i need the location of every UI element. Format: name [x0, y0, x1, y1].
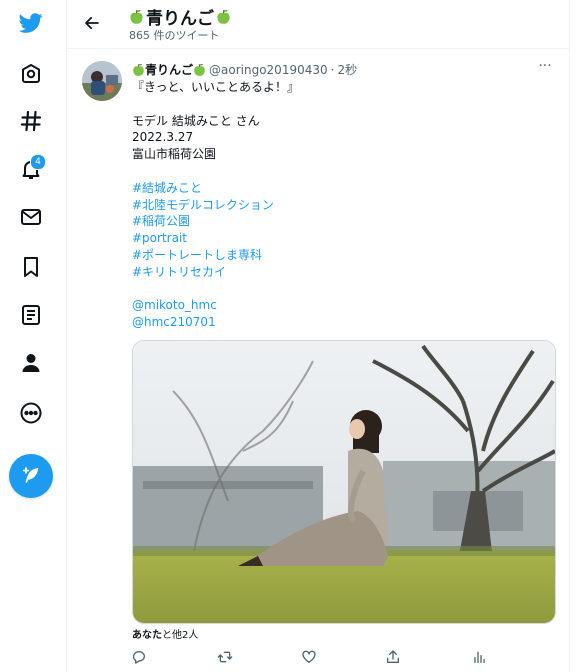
tweet-text: 『きっと、いいことあるよ！』 モデル 結城みこと さん 2022.3.27 富山…	[132, 79, 552, 331]
notification-badge: 4	[30, 154, 46, 170]
analytics-icon	[474, 651, 485, 663]
avatar[interactable]	[82, 61, 122, 101]
liked-by-rest: と他2人	[162, 630, 199, 641]
green-apple-icon	[133, 63, 144, 76]
tweet-photo[interactable]	[132, 340, 556, 624]
tweet-author[interactable]: 青りんご	[132, 61, 206, 78]
retweet-button[interactable]	[214, 646, 236, 668]
tweet-actions	[132, 646, 552, 670]
liked-by-user: あなた	[132, 630, 162, 641]
tweet-line: 『きっと、いいことあるよ！』	[132, 80, 300, 94]
tweet-display-name: 青りんご	[145, 63, 194, 77]
tweet-more-button[interactable]: ···	[535, 58, 555, 78]
tweet-line: 富山市稲荷公園	[132, 147, 217, 162]
more-circle-icon[interactable]	[14, 396, 48, 430]
hashtag-link[interactable]: #ポートレートしま専科	[132, 248, 262, 262]
liked-by-summary[interactable]: あなたと他2人	[132, 626, 198, 641]
hashtag-link[interactable]: #稲荷公園	[132, 214, 190, 228]
green-apple-icon	[194, 63, 205, 76]
profile-header: 青りんご 865 件のツイート	[67, 0, 569, 49]
column-divider	[569, 0, 570, 672]
back-button[interactable]	[79, 10, 105, 36]
arrow-left-icon	[85, 16, 99, 30]
tweet-separator: ·	[330, 62, 335, 77]
retweet-icon	[217, 651, 233, 663]
reply-button[interactable]	[128, 646, 150, 668]
bell-icon[interactable]: 4	[14, 152, 48, 186]
analytics-button[interactable]	[468, 646, 490, 668]
green-apple-icon	[130, 9, 143, 24]
mention-link[interactable]: @mikoto_hmc	[132, 298, 217, 312]
sidebar: 4	[0, 0, 67, 672]
tweet-time[interactable]: 2秒	[337, 61, 357, 78]
envelope-icon[interactable]	[14, 200, 48, 234]
compose-tweet-button[interactable]	[9, 454, 53, 498]
share-button[interactable]	[382, 646, 404, 668]
like-button[interactable]	[298, 646, 320, 668]
reply-icon	[132, 651, 145, 664]
tweet-header: 青りんご @aoringo20190430 · 2秒	[132, 61, 357, 78]
green-apple-icon	[217, 9, 230, 24]
hashtag-link[interactable]: #北陸モデルコレクション	[132, 198, 274, 212]
hashtag-link[interactable]: #キリトリセカイ	[132, 265, 226, 279]
hashtag-link[interactable]: #portrait	[132, 231, 187, 245]
profile-name: 青りんご	[146, 9, 214, 29]
tweet-line	[132, 163, 552, 180]
hashtag-icon[interactable]	[14, 104, 48, 138]
home-icon[interactable]	[14, 56, 48, 90]
profile-title: 青りんご	[129, 4, 231, 29]
tweet-handle[interactable]: @aoringo20190430	[209, 63, 328, 77]
feather-plus-icon	[22, 467, 39, 483]
tweet-count: 865 件のツイート	[129, 29, 220, 42]
tweet-line: 2022.3.27	[132, 130, 194, 145]
person-icon[interactable]	[14, 346, 48, 380]
portrait-photo-scene	[133, 341, 555, 623]
hashtag-link[interactable]: #結城みこと	[132, 181, 202, 195]
tweet-line: モデル 結城みこと さん	[132, 113, 260, 128]
list-icon[interactable]	[14, 298, 48, 332]
twitter-logo-icon[interactable]	[14, 6, 48, 40]
share-icon	[387, 650, 399, 663]
tweet-line	[132, 96, 552, 113]
heart-icon	[302, 650, 316, 663]
mention-link[interactable]: @hmc210701	[132, 315, 216, 329]
avatar-photo	[82, 61, 122, 101]
bookmark-icon[interactable]	[14, 250, 48, 284]
